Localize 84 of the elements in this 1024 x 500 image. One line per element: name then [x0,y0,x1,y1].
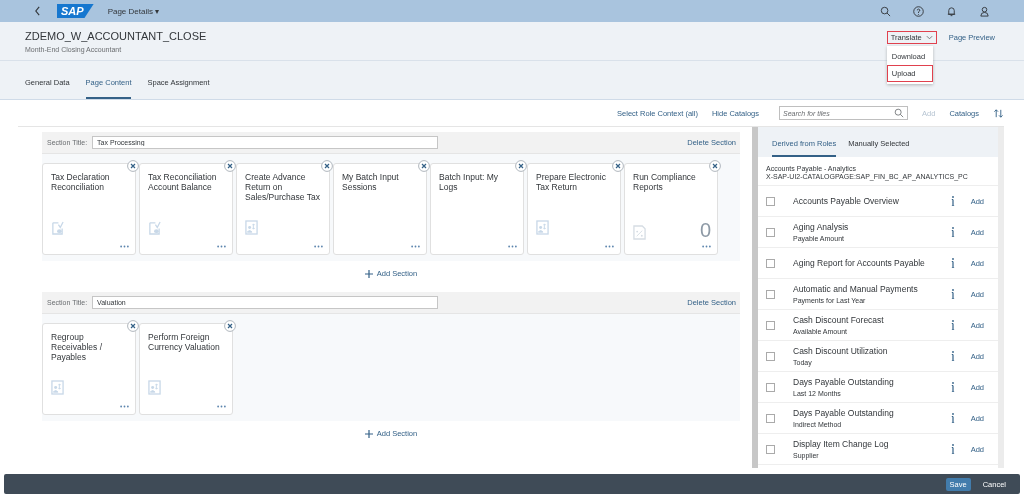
more-icon[interactable] [605,245,614,248]
tile-title: Perform Foreign Currency Valuation [148,332,221,354]
remove-icon[interactable] [709,160,721,172]
more-icon[interactable] [508,245,517,248]
help-icon[interactable] [913,5,924,17]
page-title-menu[interactable]: Page Details ▾ [107,6,160,16]
tile-title: Cash Discount Forecast [793,315,885,325]
app-tile[interactable]: Tax Declaration Reconciliation [42,163,136,255]
plus-icon [364,429,373,438]
more-icon[interactable] [217,405,226,408]
tile-title: Create Advance Return on Sales/Purchase Tax [245,172,321,204]
id-card-icon [536,220,549,235]
tile-title: Batch Input: My Logs [439,172,500,194]
more-icon[interactable] [314,245,323,248]
remove-icon[interactable] [321,160,333,172]
more-icon[interactable] [120,245,129,248]
more-icon[interactable] [411,245,420,248]
user-icon[interactable] [979,5,990,17]
info-icon[interactable] [950,258,955,268]
remove-icon[interactable] [127,320,139,332]
app-tile[interactable]: Regroup Receivables / Payables [42,323,136,415]
info-icon[interactable] [950,351,955,361]
tile-title: Prepare Electronic Tax Return [536,172,607,194]
checkbox[interactable] [766,196,775,206]
info-icon[interactable] [950,196,955,206]
info-icon[interactable] [950,227,955,237]
tile-title: Tax Reconciliation Account Balance [148,172,218,194]
percent-document-icon [633,225,646,240]
tile-title: Automatic and Manual Payments [793,284,919,294]
info-icon[interactable] [950,382,955,392]
checkbox[interactable] [766,351,775,361]
tile-title: Cash Discount Utilization [793,346,889,356]
checkbox[interactable] [766,258,775,268]
app-tile[interactable]: Run Compliance Reports 0 [624,163,718,255]
id-card-icon [148,380,161,395]
checkbox[interactable] [766,227,775,237]
more-icon[interactable] [217,245,226,248]
search-icon [894,108,905,118]
more-icon[interactable] [120,405,129,408]
info-icon[interactable] [950,413,955,423]
tile-title: My Batch Input Sessions [342,172,400,194]
remove-icon[interactable] [515,160,527,172]
remove-icon[interactable] [127,160,139,172]
tile-title: Aging Analysis [793,222,850,232]
tile-title: Display Item Change Log [793,439,890,449]
id-card-icon [245,220,258,235]
tile-title: Accounts Payable Overview [793,196,900,206]
info-icon[interactable] [950,289,955,299]
id-card-icon [51,380,64,395]
app-tile[interactable]: Prepare Electronic Tax Return [527,163,621,255]
info-icon[interactable] [950,444,955,454]
remove-icon[interactable] [612,160,624,172]
checkbox[interactable] [766,320,775,330]
tile-title: Regroup Receivables / Payables [51,332,104,364]
app-tile[interactable]: My Batch Input Sessions [333,163,427,255]
plus-icon [364,269,373,278]
more-icon[interactable] [702,245,711,248]
page-title: ZDEMO_W_ACCOUNTANT_CLOSE [25,30,207,42]
back-icon[interactable] [34,6,41,16]
remove-icon[interactable] [418,160,430,172]
app-tile[interactable]: Batch Input: My Logs [430,163,524,255]
logo[interactable]: SAP [57,4,94,18]
checkbox[interactable] [766,289,775,299]
app-tile[interactable]: Create Advance Return on Sales/Purchase Tax [236,163,330,255]
app-tile[interactable]: Perform Foreign Currency Valuation [139,323,233,415]
tile-title: Tax Declaration Reconciliation [51,172,111,194]
checkbox[interactable] [766,413,775,423]
bell-icon[interactable] [946,5,957,17]
tile-title: Aging Report for Accounts Payable [793,258,926,268]
sort-icon[interactable] [993,107,1004,119]
document-check-icon [148,220,161,235]
checkbox[interactable] [766,382,775,392]
tile-title: Run Compliance Reports [633,172,697,194]
app-tile[interactable]: Tax Reconciliation Account Balance [139,163,233,255]
remove-icon[interactable] [224,320,236,332]
tile-number: 0 [699,220,711,240]
tile-title: Days Payable Outstanding [793,377,895,387]
remove-icon[interactable] [224,160,236,172]
tile-title: Days Payable Outstanding [793,408,895,418]
search-icon[interactable] [880,5,891,17]
info-icon[interactable] [950,320,955,330]
chevron-icon [925,35,933,40]
checkbox[interactable] [766,444,775,454]
document-check-icon [51,220,64,235]
